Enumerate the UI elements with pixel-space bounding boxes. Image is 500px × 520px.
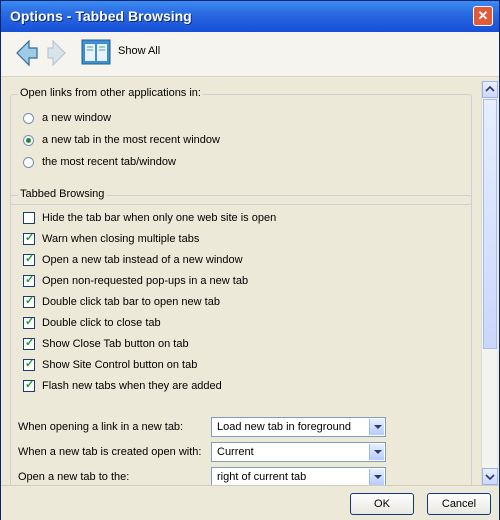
- select-value: right of current tab: [217, 471, 307, 483]
- checkbox-row[interactable]: Flash new tabs when they are added: [23, 378, 222, 394]
- scroll-thumb[interactable]: [483, 99, 497, 349]
- new-tab-focus-select[interactable]: Load new tab in foreground: [211, 417, 386, 437]
- checkbox[interactable]: [23, 212, 35, 224]
- select-label: When opening a link in a new tab:: [18, 421, 184, 433]
- checkbox-label: Double click to close tab: [42, 317, 161, 329]
- checkbox-row[interactable]: Open non-requested pop-ups in a new tab: [23, 273, 248, 289]
- checkbox-label: Hide the tab bar when only one web site …: [42, 212, 277, 224]
- tabbed-browsing-group: Tabbed Browsing Hide the tab bar when on…: [10, 188, 472, 485]
- cancel-button[interactable]: Cancel: [427, 493, 491, 515]
- checkbox-row[interactable]: Warn when closing multiple tabs: [23, 231, 199, 247]
- new-tab-content-select[interactable]: Current: [211, 442, 386, 462]
- select-value: Load new tab in foreground: [217, 421, 351, 433]
- checkbox[interactable]: [23, 231, 35, 245]
- open-links-legend: Open links from other applications in:: [18, 87, 203, 99]
- select-label: Open a new tab to the:: [18, 471, 130, 483]
- new-tab-position-select[interactable]: right of current tab: [211, 467, 386, 485]
- chevron-up-icon: [485, 85, 495, 92]
- select-value: Current: [217, 446, 254, 458]
- radio-option[interactable]: the most recent tab/window: [23, 154, 176, 170]
- chevron-down-icon: [485, 474, 495, 481]
- checkbox-row[interactable]: Show Site Control button on tab: [23, 357, 197, 373]
- show-all-label[interactable]: Show All: [118, 45, 160, 57]
- checkbox-label: Show Close Tab button on tab: [42, 338, 189, 350]
- checkbox-label: Open a new tab instead of a new window: [42, 254, 243, 266]
- show-all-icon[interactable]: [81, 38, 111, 66]
- close-button[interactable]: ✕: [473, 6, 493, 26]
- checkbox-label: Open non-requested pop-ups in a new tab: [42, 275, 249, 287]
- checkbox-row[interactable]: Double click tab bar to open new tab: [23, 294, 220, 310]
- chevron-down-icon[interactable]: [369, 469, 384, 485]
- select-row: When a new tab is created open with: Cur…: [18, 442, 468, 462]
- select-label: When a new tab is created open with:: [18, 446, 202, 458]
- checkbox-label: Double click tab bar to open new tab: [42, 296, 220, 308]
- radio-label: the most recent tab/window: [42, 156, 176, 168]
- checkbox-label: Show Site Control button on tab: [42, 359, 198, 371]
- forward-arrow-icon[interactable]: [47, 38, 69, 68]
- checkbox-label: Warn when closing multiple tabs: [42, 233, 200, 245]
- checkbox-row[interactable]: Double click to close tab: [23, 315, 161, 331]
- radio-option[interactable]: a new tab in the most recent window: [23, 132, 220, 148]
- select-row: When opening a link in a new tab: Load n…: [18, 417, 468, 437]
- scroll-up-button[interactable]: [482, 81, 498, 98]
- tabbed-browsing-legend: Tabbed Browsing: [18, 188, 107, 200]
- checkbox[interactable]: [23, 294, 35, 308]
- checkbox[interactable]: [23, 357, 35, 371]
- radio-button[interactable]: [23, 134, 34, 146]
- checkbox[interactable]: [23, 252, 35, 266]
- dialog-buttons: OK Cancel: [1, 485, 499, 520]
- radio-button[interactable]: [23, 156, 34, 168]
- back-arrow-icon[interactable]: [13, 38, 39, 68]
- checkbox-row[interactable]: Hide the tab bar when only one web site …: [23, 210, 276, 226]
- checkbox-row[interactable]: Show Close Tab button on tab: [23, 336, 189, 352]
- checkbox[interactable]: [23, 315, 35, 329]
- toolbar: Show All: [1, 32, 499, 77]
- checkbox[interactable]: [23, 378, 35, 392]
- checkbox-label: Flash new tabs when they are added: [42, 380, 222, 392]
- title-bar[interactable]: Options - Tabbed Browsing ✕: [1, 1, 499, 33]
- chevron-down-icon[interactable]: [369, 444, 384, 460]
- checkbox[interactable]: [23, 273, 35, 287]
- radio-label: a new tab in the most recent window: [42, 134, 220, 146]
- radio-option[interactable]: a new window: [23, 110, 111, 126]
- radio-label: a new window: [42, 112, 112, 124]
- options-window: Options - Tabbed Browsing ✕ Show All Ope…: [0, 0, 500, 520]
- checkbox[interactable]: [23, 336, 35, 350]
- checkbox-row[interactable]: Open a new tab instead of a new window: [23, 252, 243, 268]
- chevron-down-icon[interactable]: [369, 419, 384, 435]
- select-row: Open a new tab to the: right of current …: [18, 467, 468, 485]
- options-content: Open links from other applications in: a…: [1, 77, 499, 485]
- radio-button[interactable]: [23, 112, 34, 124]
- ok-button[interactable]: OK: [350, 493, 414, 515]
- scroll-down-button[interactable]: [482, 468, 498, 485]
- vertical-scrollbar[interactable]: [481, 81, 498, 485]
- window-title: Options - Tabbed Browsing: [10, 8, 192, 24]
